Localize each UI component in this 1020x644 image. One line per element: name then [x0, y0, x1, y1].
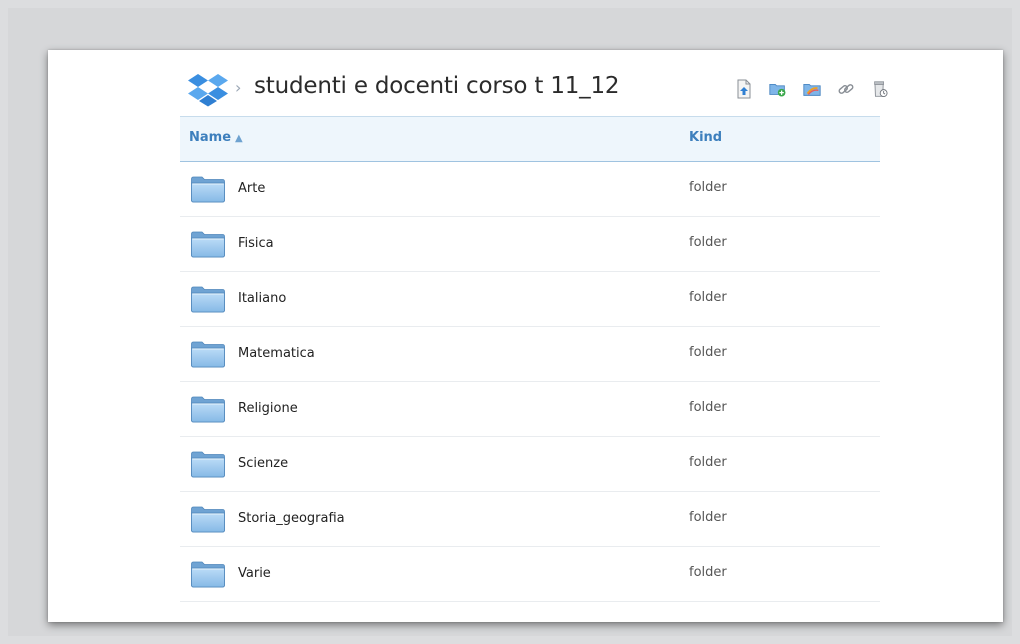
folder-icon: [191, 231, 225, 258]
folder-icon: [191, 561, 225, 588]
table-row[interactable]: Fisica folder: [180, 217, 880, 272]
dropbox-logo-icon[interactable]: [186, 72, 230, 108]
folder-kind: folder: [689, 565, 727, 580]
folder-name[interactable]: Religione: [238, 401, 298, 416]
table-row[interactable]: Religione folder: [180, 382, 880, 437]
table-body: Arte folder Fisica folder Italiano folder Mate…: [180, 162, 880, 602]
folder-icon: [191, 176, 225, 203]
folder-title: studenti e docenti corso t 11_12: [254, 73, 620, 99]
folder-name[interactable]: Arte: [238, 181, 265, 196]
file-list: Name ▲ Kind Arte folder Fisica folder Italian…: [180, 116, 880, 602]
folder-name[interactable]: Italiano: [238, 291, 286, 306]
upload-icon[interactable]: [734, 78, 754, 100]
folder-kind: folder: [689, 455, 727, 470]
folder-name[interactable]: Varie: [238, 566, 271, 581]
folder-kind: folder: [689, 235, 727, 250]
name-column-header[interactable]: Name ▲: [189, 130, 243, 145]
kind-column-header[interactable]: Kind: [689, 130, 722, 145]
table-row[interactable]: Varie folder: [180, 547, 880, 602]
folder-kind: folder: [689, 510, 727, 525]
folder-icon: [191, 286, 225, 313]
breadcrumb: › studenti e docenti corso t 11_12: [184, 68, 888, 114]
file-browser-panel: › studenti e docenti corso t 11_12 Name …: [48, 50, 1003, 622]
link-icon[interactable]: [836, 78, 856, 100]
table-row[interactable]: Matematica folder: [180, 327, 880, 382]
folder-kind: folder: [689, 400, 727, 415]
folder-icon: [191, 506, 225, 533]
name-column-label: Name: [189, 130, 232, 145]
folder-icon: [191, 451, 225, 478]
folder-name[interactable]: Scienze: [238, 456, 288, 471]
breadcrumb-separator-icon: ›: [235, 78, 242, 97]
folder-name[interactable]: Fisica: [238, 236, 274, 251]
folder-icon: [191, 396, 225, 423]
new-folder-icon[interactable]: [768, 78, 788, 100]
share-folder-icon[interactable]: [802, 78, 822, 100]
table-row[interactable]: Scienze folder: [180, 437, 880, 492]
screenshot-frame: › studenti e docenti corso t 11_12 Name …: [8, 8, 1012, 636]
sort-ascending-icon: ▲: [235, 133, 243, 144]
folder-kind: folder: [689, 290, 727, 305]
table-row[interactable]: Storia_geografia folder: [180, 492, 880, 547]
folder-icon: [191, 341, 225, 368]
table-row[interactable]: Italiano folder: [180, 272, 880, 327]
table-row[interactable]: Arte folder: [180, 162, 880, 217]
folder-name[interactable]: Storia_geografia: [238, 511, 345, 526]
folder-kind: folder: [689, 345, 727, 360]
folder-kind: folder: [689, 180, 727, 195]
deleted-files-icon[interactable]: [870, 78, 890, 100]
folder-name[interactable]: Matematica: [238, 346, 315, 361]
table-header: Name ▲ Kind: [180, 116, 880, 162]
